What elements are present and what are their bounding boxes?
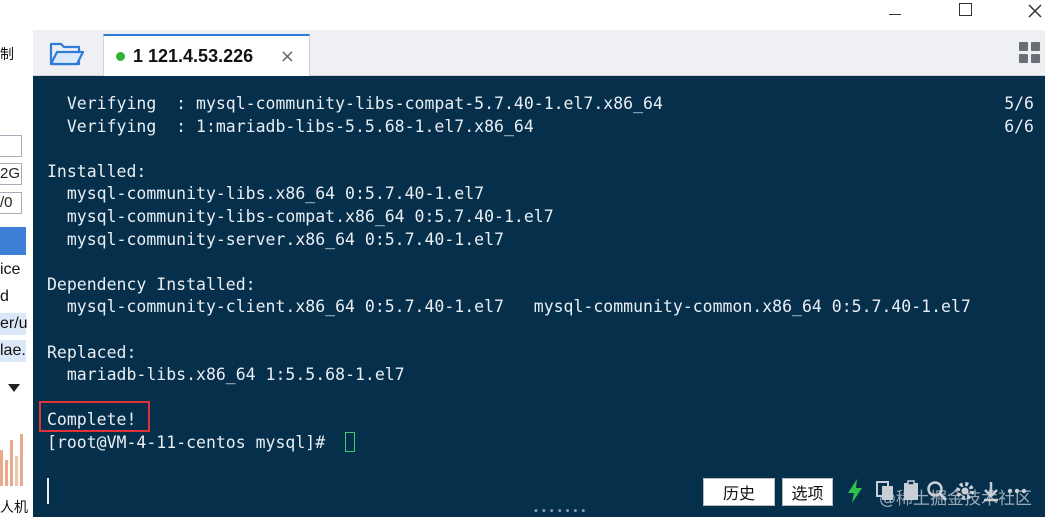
bg-text: d [0, 288, 9, 305]
terminal-line: mysql-community-libs.x86_64 0:5.7.40-1.e… [47, 184, 485, 204]
grid-icon [1019, 42, 1028, 51]
close-window-button[interactable] [1020, 0, 1045, 22]
maximize-button[interactable] [950, 0, 980, 22]
bg-text: er/u [0, 315, 28, 332]
bg-text: ice [0, 261, 21, 278]
options-button[interactable]: 选项 [782, 478, 833, 506]
terminal-output[interactable]: Verifying : mysql-community-libs-compat-… [33, 76, 1045, 517]
bar-chart-icon [0, 434, 23, 486]
terminal-prompt-line: [root@VM-4-11-centos mysql]# [47, 432, 356, 453]
layout-grid-button[interactable] [1019, 42, 1041, 64]
bg-text: lae. [0, 342, 26, 359]
folder-icon [49, 42, 85, 66]
history-button[interactable]: 历史 [703, 478, 775, 506]
close-icon [1028, 4, 1042, 18]
progress-count: 5/6 [1004, 94, 1034, 113]
progress-count: 6/6 [1004, 116, 1034, 136]
bg-box: 2G [0, 163, 22, 185]
bg-box: /0 [0, 192, 22, 214]
grid-icon-cell [1031, 54, 1040, 63]
bg-input [0, 135, 22, 157]
terminal-line: Verifying : mysql-community-libs-compat-… [47, 94, 663, 113]
bg-selected-row [0, 227, 26, 255]
lightning-icon [848, 479, 862, 503]
terminal-line: Replaced: [47, 342, 137, 362]
grid-icon-cell [1019, 54, 1028, 63]
terminal-line: Verifying : 1:mariadb-libs-5.5.68-1.el7.… [47, 116, 534, 136]
open-folder-button[interactable] [49, 40, 85, 68]
connected-status-icon [116, 51, 125, 61]
terminal-line: Dependency Installed: [47, 274, 256, 294]
bg-text: 制 [0, 46, 14, 62]
highlight-annotation [39, 401, 150, 432]
shell-prompt: [root@VM-4-11-centos mysql]# [47, 433, 336, 452]
background-window: 制 2G /0 ice d er/u lae. 人机 [0, 0, 33, 517]
watermark: @稀土掘金技术社区 [879, 489, 1032, 509]
tab-close-button[interactable]: × [280, 46, 295, 67]
command-input[interactable] [47, 478, 49, 504]
terminal-line: mysql-community-server.x86_64 0:5.7.40-1… [47, 229, 504, 249]
terminal-line: mariadb-libs.x86_64 1:5.5.68-1.el7 [47, 365, 405, 385]
resize-grip[interactable]: ••••••• [533, 506, 588, 517]
bg-text: 人机 [0, 499, 28, 515]
terminal-line: Installed: [47, 161, 147, 181]
dropdown-arrow-icon [8, 384, 20, 392]
tab-bar: 1 121.4.53.226 × [33, 30, 1045, 76]
minimize-button[interactable] [880, 0, 910, 22]
terminal-cursor [345, 432, 356, 452]
grid-icon-cell [1031, 42, 1040, 51]
tab-label: 1 121.4.53.226 [133, 45, 254, 66]
terminal-line: mysql-community-libs-compat.x86_64 0:5.7… [47, 207, 554, 226]
tab-session[interactable]: 1 121.4.53.226 × [103, 34, 310, 76]
terminal-line: mysql-community-client.x86_64 0:5.7.40-1… [47, 297, 971, 317]
lightning-button[interactable] [843, 478, 867, 504]
